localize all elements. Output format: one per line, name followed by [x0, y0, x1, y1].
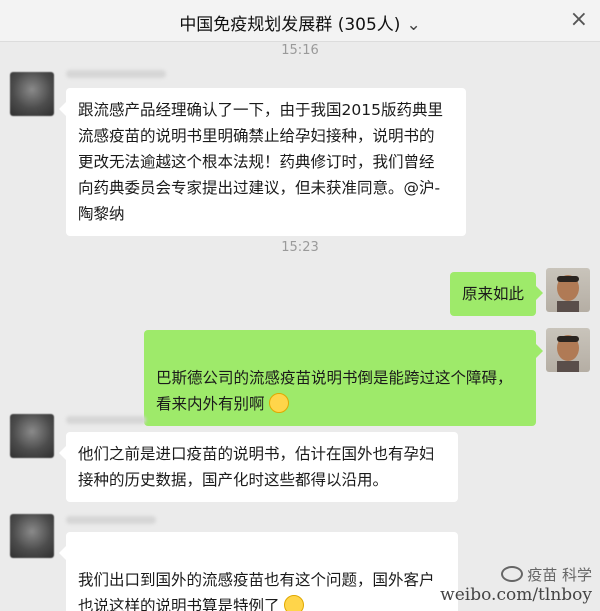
chat-title[interactable]: 中国免疫规划发展群 (305人) ⌄: [0, 10, 600, 35]
timestamp: 15:23: [281, 240, 319, 255]
user-avatar-image: [557, 335, 579, 372]
watermark-brand: 疫苗 科学: [527, 566, 592, 584]
watermark-url: weibo.com/tlnboy: [440, 585, 592, 605]
squint-laugh-emoji-icon: [283, 595, 304, 611]
message-bubble[interactable]: 巴斯德公司的流感疫苗说明书倒是能跨过这个障碍， 看来内外有别啊: [144, 330, 543, 426]
message-text: 巴斯德公司的流感疫苗说明书倒是能跨过这个障碍， 看来内外有别啊: [156, 369, 513, 413]
sender-name: [66, 70, 166, 78]
weibo-icon: [501, 566, 524, 582]
avatar[interactable]: [10, 72, 54, 116]
avatar[interactable]: [546, 328, 590, 372]
close-icon[interactable]: ×: [570, 7, 588, 32]
message-text: 我们出口到国外的流感疫苗也有这个问题，国外客户 也说这样的说明书算是特例了: [78, 571, 435, 611]
sender-name: [66, 516, 156, 524]
grimace-emoji-icon: [268, 393, 289, 413]
message-bubble[interactable]: 原来如此: [449, 272, 544, 316]
chevron-down-icon[interactable]: ⌄: [406, 15, 420, 35]
timestamp: 15:16: [281, 43, 319, 58]
group-name: 中国免疫规划发展群 (305人): [179, 15, 401, 35]
user-avatar-image: [557, 275, 579, 312]
weibo-watermark: 疫苗 科学 weibo.com/tlnboy: [440, 564, 592, 605]
sender-name: [66, 416, 146, 424]
avatar[interactable]: [10, 514, 54, 558]
message-bubble[interactable]: 他们之前是进口疫苗的说明书，估计在国外也有孕妇 接种的历史数据，国产化时这些都得…: [59, 432, 458, 502]
avatar[interactable]: [546, 268, 590, 312]
avatar[interactable]: [10, 414, 54, 458]
chat-title-bar: 中国免疫规划发展群 (305人) ⌄ ×: [0, 0, 600, 42]
message-bubble[interactable]: 我们出口到国外的流感疫苗也有这个问题，国外客户 也说这样的说明书算是特例了: [59, 532, 458, 611]
message-bubble[interactable]: 跟流感产品经理确认了一下，由于我国2015版药典里 流感疫苗的说明书里明确禁止给…: [59, 88, 466, 236]
